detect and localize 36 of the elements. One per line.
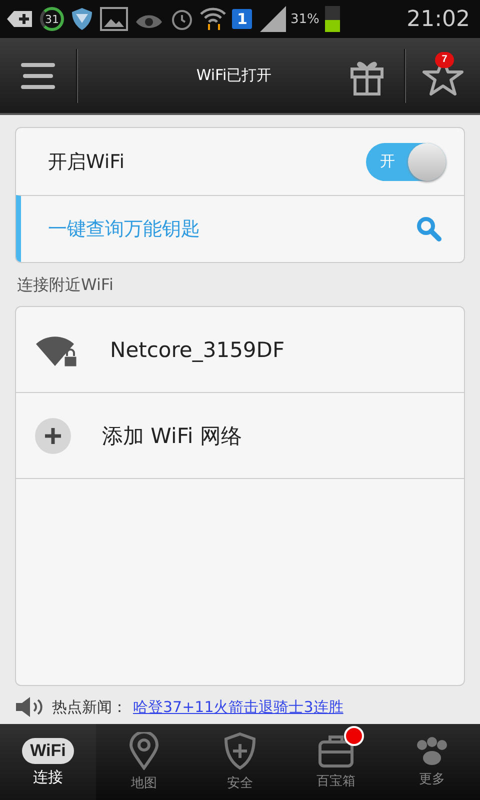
wifi-icon: [200, 7, 226, 31]
clock: 21:02: [406, 6, 470, 32]
image-icon: [100, 7, 128, 31]
news-link[interactable]: 哈登37+11火箭击退骑士3连胜: [133, 698, 344, 716]
network-name: Netcore_3159DF: [110, 338, 285, 362]
nav-tab[interactable]: 地图: [96, 724, 192, 800]
notification-badge: 7: [435, 52, 454, 68]
nav-tab[interactable]: 安全: [192, 724, 288, 800]
add-icon: [34, 416, 72, 454]
network-name: 添加 WiFi 网络: [102, 422, 242, 450]
shield-icon: [224, 732, 256, 770]
key-search-label: 一键查询万能钥匙: [48, 217, 200, 242]
battery-icon: [325, 6, 340, 32]
section-title: 连接附近WiFi: [16, 274, 114, 296]
nav-tab[interactable]: 百宝箱: [288, 724, 384, 800]
wifi-logo-icon: WiFi: [22, 738, 74, 764]
shield-icon: [70, 7, 94, 31]
add-network-row[interactable]: 添加 WiFi 网络: [16, 393, 464, 479]
search-icon: [416, 216, 442, 242]
key-search-row[interactable]: 一键查询万能钥匙: [16, 195, 464, 262]
counter-badge: 31: [40, 7, 64, 31]
favorites-button[interactable]: 7: [406, 38, 480, 113]
menu-icon: [21, 62, 55, 90]
signal-icon: [258, 6, 288, 32]
network-row[interactable]: Netcore_3159DF: [16, 307, 464, 393]
paw-icon: [414, 736, 450, 766]
add-icon: [6, 9, 34, 29]
news-label: 热点新闻：: [52, 698, 127, 716]
header-title: WiFi已打开: [195, 66, 273, 85]
map-pin-icon: [129, 732, 159, 770]
nav-tab[interactable]: 更多: [384, 724, 480, 800]
wifi-toggle-label: 开启WiFi: [48, 150, 124, 174]
nav-tab[interactable]: WiFi 连接: [0, 724, 96, 800]
battery-percent: 31%: [290, 12, 320, 26]
sim-badge: 1: [232, 9, 252, 29]
toolbox-icon: [318, 734, 354, 768]
